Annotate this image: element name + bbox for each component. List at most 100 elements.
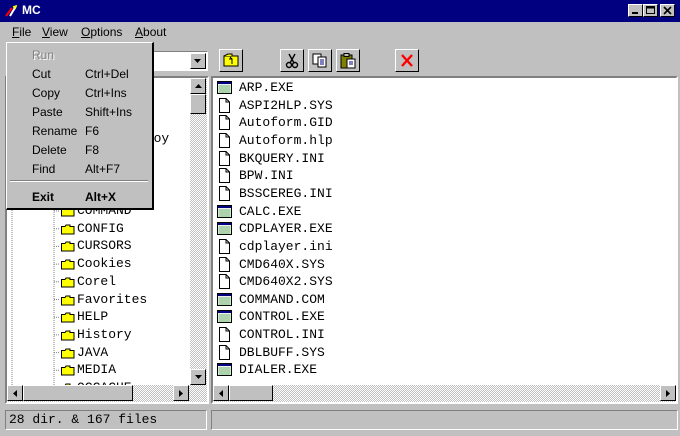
file-list-item[interactable]: CDPLAYER.EXE	[216, 220, 656, 238]
file-name: cdplayer.ini	[239, 238, 333, 254]
scroll-right-button[interactable]	[660, 385, 676, 401]
tree-horizontal-scrollbar[interactable]	[7, 385, 207, 402]
file-list-item[interactable]: BKQUERY.INI	[216, 150, 656, 168]
menu-file[interactable]: File	[12, 25, 31, 39]
cut-button[interactable]	[280, 49, 304, 72]
copy-button[interactable]	[308, 49, 332, 72]
file-list-item[interactable]: DBLBUFF.SYS	[216, 344, 656, 362]
copy-icon	[312, 53, 327, 68]
arrow-down-icon	[195, 375, 202, 379]
file-menu-item-delete[interactable]: Delete F8	[7, 141, 151, 160]
combo-dropdown-button[interactable]	[190, 53, 206, 69]
title-bar[interactable]: MC	[0, 0, 680, 22]
menu-view[interactable]: View	[42, 25, 68, 39]
executable-icon	[217, 310, 232, 324]
folder-icon	[61, 330, 75, 341]
tree-folder-item[interactable]: MEDIA	[59, 361, 187, 379]
file-name: COMMAND.COM	[239, 291, 325, 307]
menu-item-shortcut: Ctrl+Del	[85, 67, 129, 81]
files-horizontal-scrollbar[interactable]	[213, 385, 676, 402]
folder-icon	[61, 224, 75, 235]
tree-folder-item[interactable]: CURSORS	[59, 237, 187, 255]
file-menu-item-find[interactable]: Find Alt+F7	[7, 160, 151, 179]
scroll-down-button[interactable]	[190, 369, 206, 385]
document-icon	[219, 256, 230, 272]
file-list-item[interactable]: BPW.INI	[216, 167, 656, 185]
menu-item-shortcut: Alt+F7	[85, 162, 121, 176]
file-list-item[interactable]: Autoform.hlp	[216, 132, 656, 150]
file-list-item[interactable]: CONTROL.EXE	[216, 308, 656, 326]
file-menu-item-rename[interactable]: Rename F6	[7, 122, 151, 141]
tree-folder-label: History	[77, 326, 132, 342]
up-folder-icon	[223, 53, 239, 67]
file-list-item[interactable]: CALC.EXE	[216, 203, 656, 221]
file-list-item[interactable]: cdplayer.ini	[216, 238, 656, 256]
document-icon	[219, 115, 230, 131]
menu-about[interactable]: About	[135, 25, 166, 39]
file-list-item[interactable]: ASPI2HLP.SYS	[216, 97, 656, 115]
window-title: MC	[22, 3, 41, 17]
tree-folder-item[interactable]: HELP	[59, 308, 187, 326]
executable-icon	[217, 81, 232, 94]
file-menu-item-exit[interactable]: Exit Alt+X	[7, 188, 151, 207]
scroll-up-button[interactable]	[190, 78, 206, 94]
up-folder-button[interactable]	[219, 49, 243, 72]
tree-folder-item[interactable]: JAVA	[59, 344, 187, 362]
scissors-icon	[285, 53, 299, 69]
tree-folder-label: CONFIG	[77, 220, 124, 236]
tree-folder-label: JAVA	[77, 344, 109, 360]
tree-folder-label: HELP	[77, 309, 109, 325]
menu-item-label: Find	[32, 162, 56, 176]
maximize-button[interactable]	[643, 4, 658, 17]
file-list-item[interactable]: CONTROL.INI	[216, 326, 656, 344]
scroll-thumb[interactable]	[23, 385, 133, 401]
folder-icon	[61, 295, 75, 305]
file-menu-item-copy[interactable]: Copy Ctrl+Ins	[7, 84, 151, 103]
file-list-item[interactable]: BSSCEREG.INI	[216, 185, 656, 203]
tree-vertical-scrollbar[interactable]	[190, 78, 207, 385]
delete-x-icon	[401, 54, 413, 67]
file-list-item[interactable]: ARP.EXE	[216, 79, 656, 97]
tree-folder-item[interactable]: Cookies	[59, 255, 187, 273]
folder-icon	[61, 277, 75, 288]
scroll-thumb[interactable]	[190, 94, 206, 114]
menu-item-shortcut: Shift+Ins	[85, 105, 133, 119]
menu-options[interactable]: Options	[81, 25, 122, 39]
scroll-left-button[interactable]	[7, 385, 23, 401]
file-name: ARP.EXE	[239, 80, 294, 95]
scroll-thumb[interactable]	[229, 385, 273, 401]
file-list-item[interactable]: CMD640X2.SYS	[216, 273, 656, 291]
document-icon	[219, 274, 230, 290]
tree-folder-item[interactable]: History	[59, 326, 187, 344]
folder-icon	[61, 365, 75, 376]
close-button[interactable]	[660, 4, 675, 17]
arrow-up-icon	[195, 84, 202, 88]
file-list-item[interactable]: DIALER.EXE	[216, 361, 656, 379]
menu-item-shortcut: F8	[85, 143, 100, 157]
tree-folder-item[interactable]: CONFIG	[59, 220, 187, 238]
menu-item-label: Paste	[32, 105, 63, 119]
file-name: BKQUERY.INI	[239, 150, 325, 166]
status-left: 28 dir. & 167 files	[5, 410, 207, 430]
folder-icon	[61, 259, 75, 270]
delete-button[interactable]	[395, 49, 419, 72]
arrow-left-icon	[219, 390, 223, 397]
file-list-item[interactable]: COMMAND.COM	[216, 291, 656, 309]
file-name: CONTROL.INI	[239, 327, 325, 343]
tree-folder-item[interactable]: Favorites	[59, 291, 187, 309]
file-list-item[interactable]: Autoform.GID	[216, 114, 656, 132]
file-list-pane[interactable]: ARP.EXE ASPI2HLP.SYS Autoform.GID Autoform.…	[211, 76, 678, 404]
paste-button[interactable]	[336, 49, 360, 72]
minimize-button[interactable]	[628, 4, 643, 17]
scroll-right-button[interactable]	[173, 385, 189, 401]
file-menu-item-run: Run	[7, 46, 151, 65]
menu-item-label: Copy	[32, 86, 61, 100]
file-name: BSSCEREG.INI	[239, 185, 333, 201]
file-menu-item-paste[interactable]: Paste Shift+Ins	[7, 103, 151, 122]
file-list-item[interactable]: CMD640X.SYS	[216, 256, 656, 274]
tree-folder-item[interactable]: Corel	[59, 273, 187, 291]
file-menu-item-cut[interactable]: Cut Ctrl+Del	[7, 65, 151, 84]
scroll-left-button[interactable]	[213, 385, 229, 401]
menu-item-label: Run	[32, 48, 55, 62]
arrow-right-icon	[179, 390, 183, 397]
